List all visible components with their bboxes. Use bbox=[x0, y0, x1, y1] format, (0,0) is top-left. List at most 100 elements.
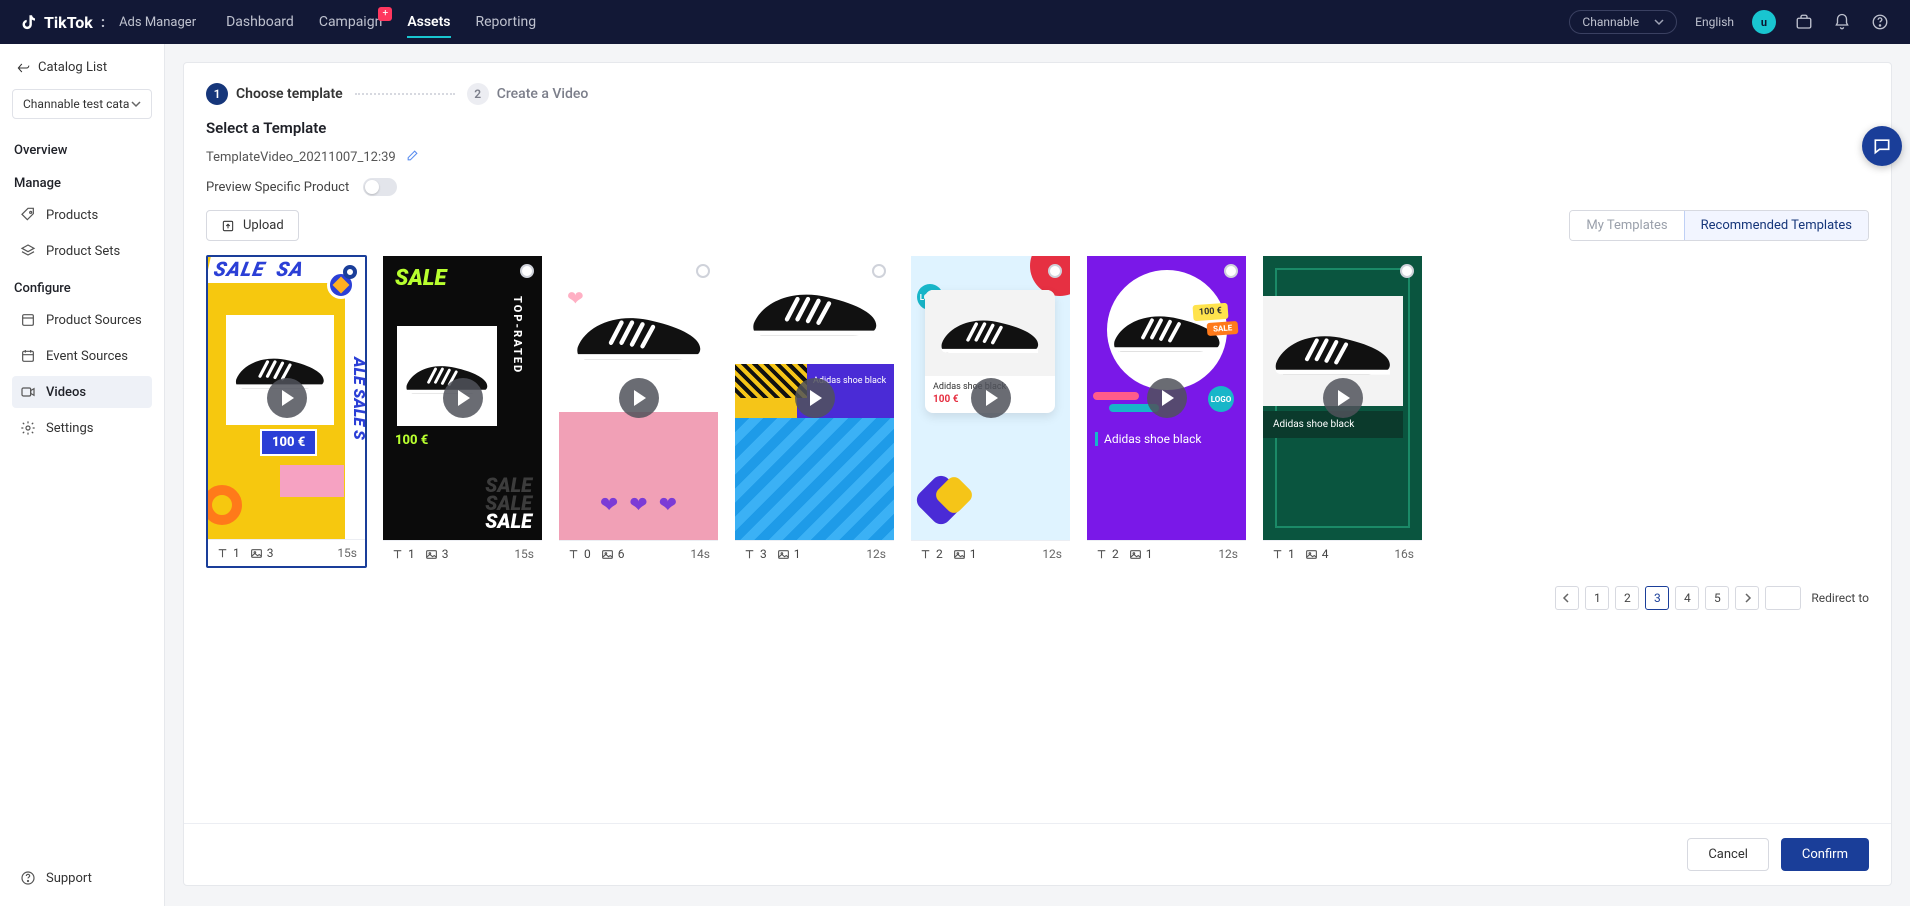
play-icon[interactable] bbox=[795, 378, 835, 418]
sidebar-item-product-sets[interactable]: Product Sets bbox=[12, 235, 152, 267]
step-create-video: 2 Create a Video bbox=[467, 83, 589, 105]
edit-name-icon[interactable] bbox=[406, 149, 419, 166]
template-card[interactable]: 100 € SALE LOGO Adidas shoe black 2 1 12… bbox=[1086, 255, 1247, 568]
briefcase-icon[interactable] bbox=[1794, 12, 1814, 32]
template-name: TemplateVideo_20211007_12:39 bbox=[206, 150, 396, 165]
nav-reporting[interactable]: Reporting bbox=[476, 2, 537, 42]
upload-icon bbox=[221, 219, 235, 233]
play-icon[interactable] bbox=[1323, 378, 1363, 418]
upload-button[interactable]: Upload bbox=[206, 210, 299, 241]
play-icon[interactable] bbox=[971, 378, 1011, 418]
hearts-row: ❤ ❤ ❤ bbox=[559, 493, 718, 518]
pager-page[interactable]: 4 bbox=[1675, 586, 1699, 610]
preview-toggle-label: Preview Specific Product bbox=[206, 180, 349, 195]
step-choose-template: 1 Choose template bbox=[206, 83, 343, 105]
sale-badge: SALE bbox=[1206, 321, 1238, 336]
pager-page[interactable]: 1 bbox=[1585, 586, 1609, 610]
nav-dashboard[interactable]: Dashboard bbox=[226, 2, 294, 42]
pager-page[interactable]: 3 bbox=[1645, 586, 1669, 610]
pager-prev[interactable] bbox=[1555, 586, 1579, 610]
text-icon bbox=[919, 548, 932, 561]
brand-sub: Ads Manager bbox=[119, 15, 196, 30]
preview-toggle[interactable] bbox=[363, 178, 397, 196]
pager-goto-input[interactable] bbox=[1765, 586, 1801, 610]
chat-icon bbox=[1872, 136, 1892, 156]
tab-my-templates[interactable]: My Templates bbox=[1570, 211, 1683, 240]
redirect-label: Redirect to bbox=[1811, 591, 1869, 605]
brand: TikTok : Ads Manager bbox=[20, 13, 196, 32]
text-icon bbox=[743, 548, 756, 561]
calendar-icon bbox=[20, 348, 36, 364]
price-badge: 100 € bbox=[260, 429, 317, 456]
image-icon bbox=[601, 548, 614, 561]
select-radio[interactable] bbox=[1048, 264, 1062, 278]
text-icon bbox=[391, 548, 404, 561]
nav-assets[interactable]: Assets bbox=[407, 2, 450, 42]
template-card[interactable]: ❤ ❤ ❤ ❤ 0 6 14s bbox=[558, 255, 719, 568]
sidebar-section-overview[interactable]: Overview bbox=[14, 143, 152, 158]
confirm-button[interactable]: Confirm bbox=[1781, 838, 1869, 871]
layers-icon bbox=[20, 243, 36, 259]
sidebar-item-event-sources[interactable]: Event Sources bbox=[12, 340, 152, 372]
template-card[interactable]: SALE TOP-RATED 100 € SALESALESALE 1 3 15… bbox=[382, 255, 543, 568]
play-icon[interactable] bbox=[443, 378, 483, 418]
language-label[interactable]: English bbox=[1695, 15, 1734, 29]
select-radio[interactable] bbox=[1224, 264, 1238, 278]
select-radio[interactable] bbox=[520, 264, 534, 278]
panel: 1 Choose template 2 Create a Video Selec… bbox=[183, 62, 1892, 886]
tab-recommended-templates[interactable]: Recommended Templates bbox=[1684, 211, 1868, 240]
product-name-label: Adidas shoe black bbox=[1095, 432, 1202, 446]
template-card[interactable]: Adidas shoe black 1 4 16s bbox=[1262, 255, 1423, 568]
panel-footer: Cancel Confirm bbox=[184, 823, 1891, 885]
help-icon[interactable] bbox=[1870, 12, 1890, 32]
chevron-down-icon bbox=[1654, 17, 1664, 27]
sidebar: Catalog List Channable test cata Overvie… bbox=[0, 44, 165, 906]
select-radio[interactable] bbox=[1400, 264, 1414, 278]
select-radio[interactable] bbox=[696, 264, 710, 278]
pager-next[interactable] bbox=[1735, 586, 1759, 610]
template-card[interactable]: LOGO Adidas shoe black 3 1 12s bbox=[734, 255, 895, 568]
pager-page[interactable]: 5 bbox=[1705, 586, 1729, 610]
template-meta: 0 6 14s bbox=[559, 540, 718, 567]
nav-campaign[interactable]: Campaign + bbox=[319, 2, 382, 42]
template-grid: SALE SA ALE SALE S 100 € 1 3 15s bbox=[206, 255, 1869, 568]
sidebar-item-product-sources[interactable]: Product Sources bbox=[12, 304, 152, 336]
text-icon bbox=[1271, 548, 1284, 561]
pager-page[interactable]: 2 bbox=[1615, 586, 1639, 610]
template-card[interactable]: LOGO Adidas shoe black 100 € 2 1 bbox=[910, 255, 1071, 568]
back-to-catalog-list[interactable]: Catalog List bbox=[12, 54, 152, 81]
back-arrow-icon bbox=[16, 61, 30, 75]
bell-icon[interactable] bbox=[1832, 12, 1852, 32]
select-radio[interactable] bbox=[343, 265, 357, 279]
steps: 1 Choose template 2 Create a Video bbox=[206, 83, 1869, 105]
avatar[interactable]: u bbox=[1752, 10, 1776, 34]
main-nav: Dashboard Campaign + Assets Reporting bbox=[226, 2, 536, 42]
template-meta: 1 4 16s bbox=[1263, 540, 1422, 567]
tag-icon bbox=[20, 207, 36, 223]
plus-badge-icon: + bbox=[378, 7, 392, 21]
cancel-button[interactable]: Cancel bbox=[1687, 838, 1769, 871]
section-title: Select a Template bbox=[206, 119, 1869, 137]
play-icon[interactable] bbox=[1147, 378, 1187, 418]
sale-label: SALE bbox=[395, 266, 446, 291]
catalog-selector[interactable]: Channable test cata bbox=[12, 89, 152, 119]
gear-icon bbox=[20, 420, 36, 436]
logo-icon: LOGO bbox=[1208, 386, 1234, 412]
help-icon bbox=[20, 870, 36, 886]
sidebar-section-manage: Manage bbox=[14, 176, 152, 191]
account-selector[interactable]: Channable bbox=[1569, 10, 1677, 34]
play-icon[interactable] bbox=[267, 378, 307, 418]
sidebar-item-products[interactable]: Products bbox=[12, 199, 152, 231]
template-meta: 1 3 15s bbox=[208, 539, 365, 566]
box-icon bbox=[20, 312, 36, 328]
text-icon bbox=[567, 548, 580, 561]
image-icon bbox=[777, 548, 790, 561]
sidebar-item-support[interactable]: Support bbox=[12, 862, 152, 894]
select-radio[interactable] bbox=[872, 264, 886, 278]
sidebar-section-configure: Configure bbox=[14, 281, 152, 296]
sidebar-item-settings[interactable]: Settings bbox=[12, 412, 152, 444]
sidebar-item-videos[interactable]: Videos bbox=[12, 376, 152, 408]
play-icon[interactable] bbox=[619, 378, 659, 418]
template-card[interactable]: SALE SA ALE SALE S 100 € 1 3 15s bbox=[206, 255, 367, 568]
chat-fab[interactable] bbox=[1862, 126, 1902, 166]
